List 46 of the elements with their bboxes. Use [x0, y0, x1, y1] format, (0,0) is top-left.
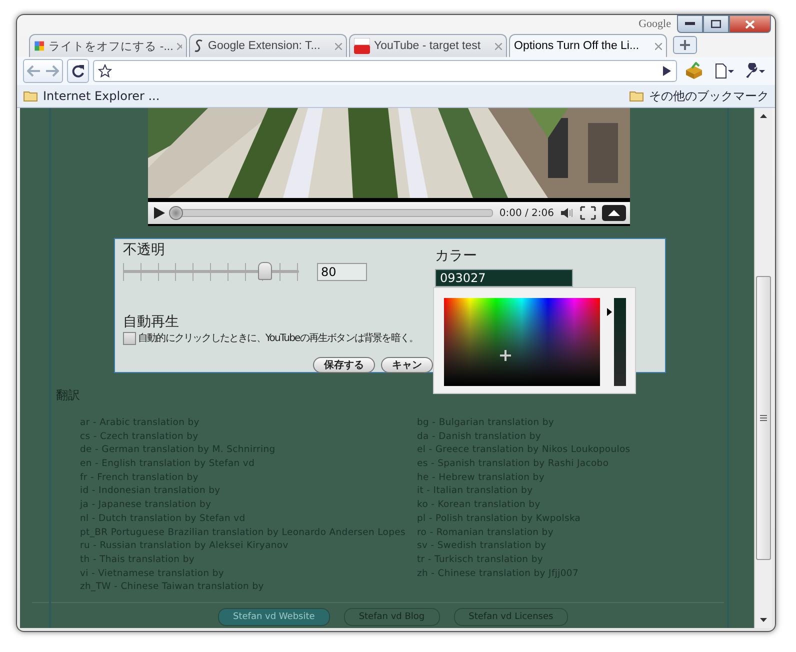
minimize-button[interactable] [677, 15, 703, 33]
cancel-button[interactable]: キャン [381, 357, 433, 373]
fullscreen-icon[interactable] [580, 206, 596, 220]
color-input[interactable]: 093027 [435, 269, 573, 287]
close-icon [745, 20, 755, 28]
color-gradient[interactable] [444, 298, 600, 386]
reload-icon[interactable] [71, 64, 85, 78]
maximize-icon [711, 20, 721, 28]
crosshair-icon [500, 350, 511, 361]
expand-icon[interactable] [602, 205, 626, 221]
folder-icon [23, 90, 38, 102]
opacity-input[interactable]: 80 [317, 263, 367, 281]
close-icon[interactable] [655, 42, 662, 50]
plus-icon [680, 40, 690, 50]
autoplay-label: 自動的にクリックしたときに、YouTubeの再生ボタンは背景を暗く。 [138, 332, 418, 345]
brand-label: Google [638, 18, 671, 30]
color-picker-dialog[interactable] [433, 287, 636, 394]
volume-icon[interactable] [560, 207, 574, 219]
autoplay-checkbox[interactable] [123, 332, 136, 344]
scroll-down-icon[interactable] [760, 618, 767, 622]
autoplay-heading: 自動再生 [123, 313, 180, 331]
close-button[interactable] [729, 15, 771, 33]
favicon-icon [194, 39, 204, 53]
favicon-icon [354, 38, 370, 54]
star-icon[interactable] [98, 64, 112, 78]
opacity-label: 不透明 [123, 241, 166, 259]
video-player[interactable]: 0:00 / 2:06 [148, 108, 630, 226]
package-icon[interactable] [684, 62, 704, 80]
browser-tab[interactable]: ライトをオフにする -... [29, 34, 187, 57]
maximize-button[interactable] [703, 15, 729, 33]
browser-tab[interactable]: Options Turn Off the Li... [509, 34, 667, 57]
other-bookmarks-item[interactable]: その他のブックマーク [629, 88, 769, 104]
bookmark-item[interactable]: Internet Explorer ... [23, 89, 160, 103]
scroll-up-icon[interactable] [760, 114, 767, 118]
minimize-icon [685, 22, 695, 26]
folder-icon [629, 90, 644, 102]
scrollbar-thumb[interactable] [756, 276, 771, 560]
browser-tab[interactable]: Google Extension: T... [189, 34, 347, 57]
browser-tab[interactable]: YouTube - target test [349, 34, 507, 57]
go-icon[interactable] [662, 65, 672, 77]
video-time: 0:00 / 2:06 [499, 208, 554, 218]
play-icon[interactable] [152, 206, 166, 220]
hue-pointer-icon[interactable] [607, 308, 612, 316]
save-button[interactable]: 保存する [313, 357, 375, 373]
color-label: カラー [435, 247, 478, 265]
new-tab-button[interactable] [673, 36, 697, 54]
